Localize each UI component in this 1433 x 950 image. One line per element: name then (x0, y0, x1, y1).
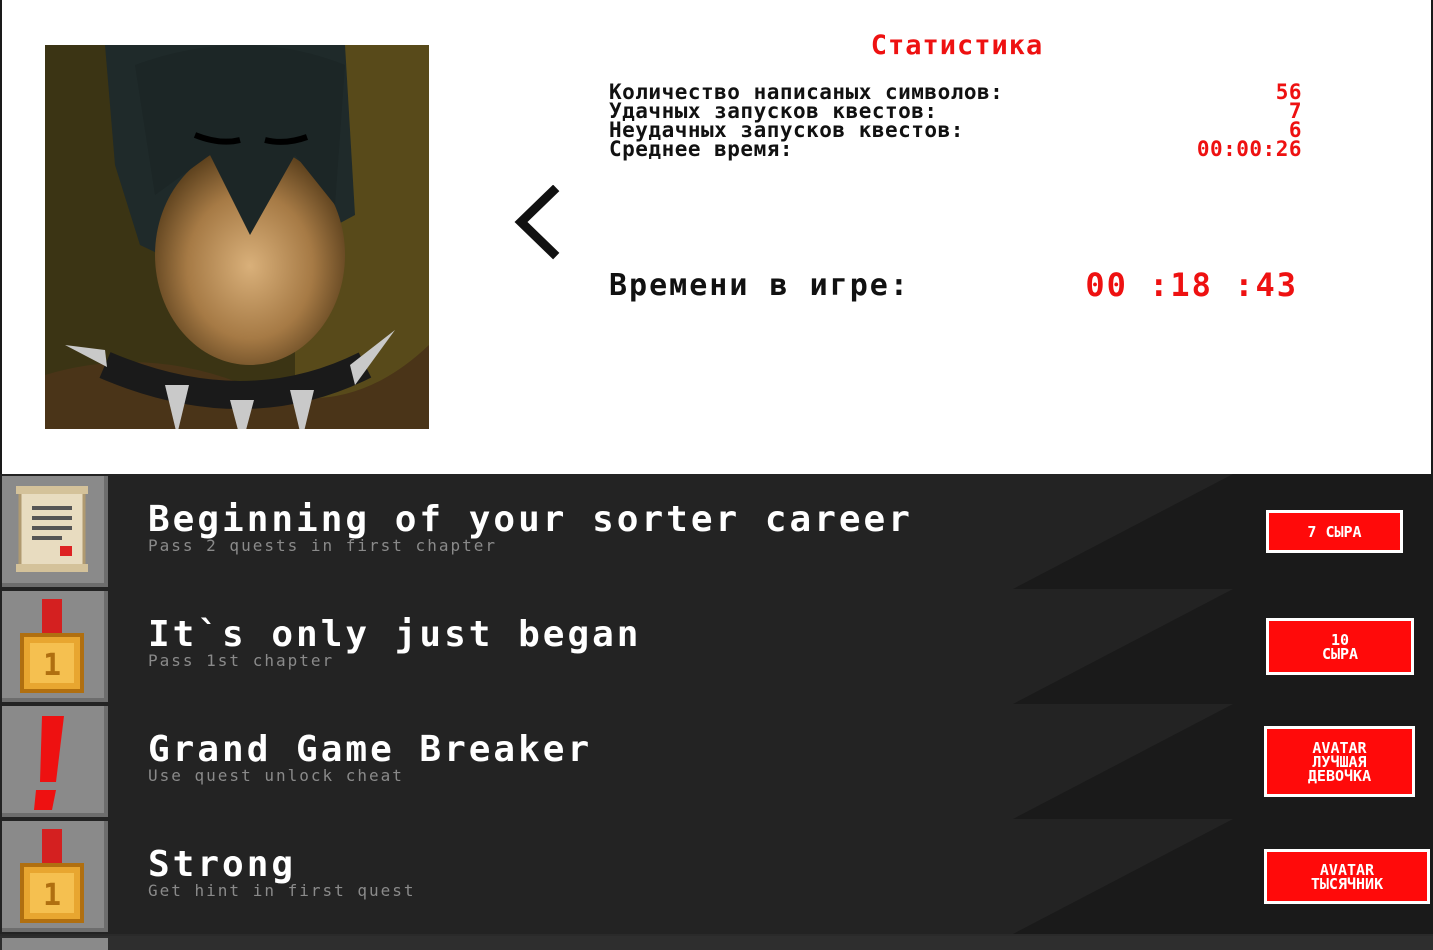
next-row-peek (0, 936, 1433, 950)
achievement-title: Beginning of your sorter career (148, 499, 913, 540)
playtime-label: Времени в игре: (609, 268, 910, 303)
reward-badge[interactable]: AVATAR ТЫСЯЧНИК (1264, 849, 1430, 904)
achievement-title: It`s only just began (148, 614, 642, 655)
playtime-value: 00 :18 :43 (1085, 266, 1298, 304)
achievement-desc: Use quest unlock cheat (148, 766, 404, 785)
scroll-icon (2, 476, 108, 587)
svg-text:1: 1 (43, 648, 61, 683)
achievement-desc: Pass 2 quests in first chapter (148, 536, 497, 555)
exclamation-icon (2, 706, 108, 817)
achievement-title: Strong (148, 844, 297, 885)
medal-icon: 1 (2, 821, 108, 932)
svg-text:1: 1 (43, 878, 61, 913)
stats-title: Статистика (870, 30, 1044, 61)
reward-badge[interactable]: 10 СЫРА (1266, 618, 1414, 675)
stat-row-avg-time: Среднее время: 00:00:26 (609, 137, 1302, 161)
stat-label: Среднее время: (609, 137, 794, 161)
player-avatar[interactable] (45, 45, 429, 429)
achievement-row[interactable]: Beginning of your sorter career Pass 2 q… (0, 474, 1433, 589)
avatar-image (45, 45, 429, 429)
stat-value: 00:00:26 (1196, 137, 1302, 161)
achievement-desc: Pass 1st chapter (148, 651, 335, 670)
medal-icon: 1 (2, 591, 108, 702)
stats-panel: Статистика Количество написаных символов… (0, 0, 1433, 474)
icon-stub (2, 938, 108, 950)
achievement-row[interactable]: 1 It`s only just began Pass 1st chapter … (0, 589, 1433, 704)
reward-badge[interactable]: AVATAR ЛУЧШАЯ ДЕВОЧКА (1264, 726, 1415, 797)
achievement-desc: Get hint in first quest (148, 881, 416, 900)
achievement-title: Grand Game Breaker (148, 729, 593, 770)
achievements-list: Beginning of your sorter career Pass 2 q… (0, 474, 1433, 950)
achievement-row[interactable]: Grand Game Breaker Use quest unlock chea… (0, 704, 1433, 819)
achievement-row[interactable]: 1 Strong Get hint in first quest AVATAR … (0, 819, 1433, 934)
back-arrow-icon[interactable] (507, 184, 567, 260)
reward-badge[interactable]: 7 СЫРА (1266, 510, 1403, 553)
